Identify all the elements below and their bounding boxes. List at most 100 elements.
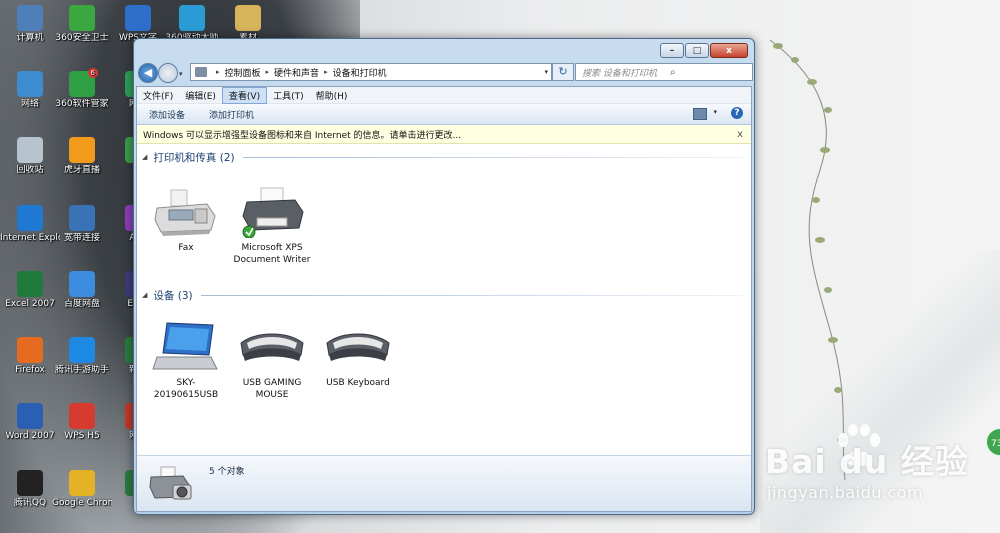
folder-icon <box>235 5 261 31</box>
help-icon[interactable]: ? <box>731 107 743 119</box>
breadcrumb-separator[interactable]: ▸ <box>216 68 220 76</box>
device-label: USB Keyboard <box>326 378 390 388</box>
desktop-icon-label: Excel 2007 <box>5 299 55 309</box>
breadcrumb-devices-printers[interactable]: 设备和打印机 <box>333 66 387 79</box>
device-label: USB GAMING MOUSE <box>242 378 302 400</box>
forward-button[interactable] <box>158 63 178 83</box>
keyboard-icon <box>323 321 393 373</box>
info-bar-text[interactable]: Windows 可以显示增强型设备图标和来自 Internet 的信息。请单击进… <box>143 128 461 141</box>
device-keyboard[interactable]: USB Keyboard <box>319 321 397 389</box>
huya-icon <box>69 137 95 163</box>
devices-group-title[interactable]: 设备 (3) <box>153 288 192 303</box>
view-options-dropdown[interactable]: ▾ <box>713 108 717 116</box>
devices-printers-window[interactable]: – □ x ◀ ▾ ▸ 控制面板 ▸ 硬件和声音 ▸ 设备和打印机 ▾ ↻ 搜索… <box>133 38 755 515</box>
refresh-button[interactable]: ↻ <box>552 63 574 81</box>
desktop-icon[interactable]: 腾讯手游助手 <box>52 337 112 376</box>
desktop-icon-label: 虎牙直播 <box>63 165 100 175</box>
desktop-icon-label: 网络 <box>20 99 39 109</box>
caption-buttons: – □ x <box>659 43 748 58</box>
close-button[interactable]: x <box>710 43 748 58</box>
breadcrumb-separator[interactable]: ▸ <box>266 68 270 76</box>
desktop-icon-label: 360软件管家 <box>55 99 109 109</box>
desktop-icon-label: 360安全卫士 <box>55 33 109 43</box>
desktop-icon-label: WPS H5 <box>64 431 100 441</box>
collapse-icon[interactable]: ◢ <box>142 153 147 161</box>
desktop-icon-label: Internet Explorer <box>0 233 60 243</box>
menu-edit[interactable]: 编辑(E) <box>179 88 222 103</box>
add-device-button[interactable]: 添加设备 <box>137 108 197 121</box>
desktop-icon[interactable]: WPS H5 <box>52 403 112 442</box>
info-bar[interactable]: Windows 可以显示增强型设备图标和来自 Internet 的信息。请单击进… <box>137 125 751 144</box>
breadcrumb-hardware-sound[interactable]: 硬件和声音 <box>274 66 319 79</box>
vine-decoration <box>769 39 847 481</box>
back-button[interactable]: ◀ <box>138 63 158 83</box>
menu-file[interactable]: 文件(F) <box>137 88 179 103</box>
computer-icon <box>17 5 43 31</box>
wps-writer-icon <box>125 5 151 31</box>
group-divider <box>242 156 743 158</box>
fax-icon <box>151 186 221 238</box>
address-dropdown[interactable]: ▾ <box>544 68 548 76</box>
menu-help[interactable]: 帮助(H) <box>310 88 354 103</box>
printers-group: ◢ 打印机和传真 (2) <box>137 150 751 164</box>
desktop-icon[interactable]: 网络 <box>0 71 60 110</box>
minimize-button[interactable]: – <box>660 43 684 58</box>
devices-group-header[interactable]: ◢ 设备 (3) <box>137 288 751 302</box>
baidu-watermark: Bai du 经验 jingyan.baidu.com <box>765 435 969 502</box>
desktop-icon[interactable]: 虎牙直播 <box>52 137 112 176</box>
desktop-icon[interactable]: Excel 2007 <box>0 271 60 310</box>
desktop-icon[interactable]: 宽带连接 <box>52 205 112 244</box>
printers-group-header[interactable]: ◢ 打印机和传真 (2) <box>137 150 751 164</box>
word-icon <box>17 403 43 429</box>
desktop-icon[interactable]: 360安全卫士 <box>52 5 112 44</box>
menu-bar: 文件(F) 编辑(E) 查看(V) 工具(T) 帮助(H) <box>137 86 751 104</box>
status-bar: 5 个对象 <box>137 455 751 511</box>
search-icon[interactable]: ⌕ <box>664 67 752 78</box>
group-divider <box>200 294 743 296</box>
collapse-icon[interactable]: ◢ <box>142 291 147 299</box>
tencent-game-icon <box>69 337 95 363</box>
desktop-icon-label: 百度网盘 <box>63 299 100 309</box>
desktop-icon-label: 腾讯QQ <box>13 498 47 508</box>
360-software-icon: 6 <box>69 68 98 97</box>
add-printer-button[interactable]: 添加打印机 <box>197 108 266 121</box>
device-xps-writer[interactable]: Microsoft XPS Document Writer <box>233 186 311 266</box>
desktop-icon[interactable]: 计算机 <box>0 5 60 44</box>
search-input[interactable]: 搜索 设备和打印机 <box>576 66 664 79</box>
search-box[interactable]: 搜索 设备和打印机 ⌕ <box>575 63 753 81</box>
desktop-icon-label: Google Chrome <box>52 498 112 508</box>
recent-pages-dropdown[interactable]: ▾ <box>179 70 183 78</box>
360-driver-icon <box>179 5 205 31</box>
360-security-icon <box>69 5 95 31</box>
desktop-icon[interactable]: 百度网盘 <box>52 271 112 310</box>
printers-group-title[interactable]: 打印机和传真 (2) <box>153 150 234 165</box>
device-label: Fax <box>178 243 194 253</box>
network-icon <box>17 71 43 97</box>
breadcrumb-control-panel[interactable]: 控制面板 <box>225 66 261 79</box>
printer-icon <box>237 186 307 239</box>
desktop-icon-label: Firefox <box>15 365 45 375</box>
device-fax[interactable]: Fax <box>147 186 225 254</box>
desktop-icon-label: 计算机 <box>16 33 44 43</box>
maximize-button[interactable]: □ <box>685 43 709 58</box>
change-view-icon[interactable] <box>693 108 707 120</box>
desktop-icon-label: 回收站 <box>16 165 44 175</box>
info-bar-close-icon[interactable]: x <box>737 129 743 140</box>
desktop-icon[interactable]: Firefox <box>0 337 60 376</box>
menu-tools[interactable]: 工具(T) <box>267 88 310 103</box>
menu-view[interactable]: 查看(V) <box>221 86 268 104</box>
desktop-icon[interactable]: 回收站 <box>0 137 60 176</box>
device-gaming-mouse[interactable]: USB GAMING MOUSE <box>233 321 311 401</box>
baidu-netdisk-icon <box>69 271 95 297</box>
desktop-icon[interactable]: Google Chrome <box>52 470 112 509</box>
desktop-icon[interactable]: Internet Explorer <box>0 205 60 244</box>
desktop-icon[interactable]: 腾讯QQ <box>0 470 60 509</box>
desktop-icon[interactable]: Word 2007 <box>0 403 60 442</box>
devices-group: ◢ 设备 (3) <box>137 288 751 302</box>
device-computer[interactable]: SKY-20190615USB <box>147 321 225 401</box>
address-bar[interactable]: ▸ 控制面板 ▸ 硬件和声音 ▸ 设备和打印机 ▾ <box>190 63 552 81</box>
breadcrumb-separator[interactable]: ▸ <box>324 68 328 76</box>
wps-h5-icon <box>69 403 95 429</box>
navigation-bar: ◀ ▾ ▸ 控制面板 ▸ 硬件和声音 ▸ 设备和打印机 ▾ ↻ 搜索 设备和打印… <box>138 61 753 83</box>
desktop-icon[interactable]: 6 360软件管家 <box>52 68 112 110</box>
